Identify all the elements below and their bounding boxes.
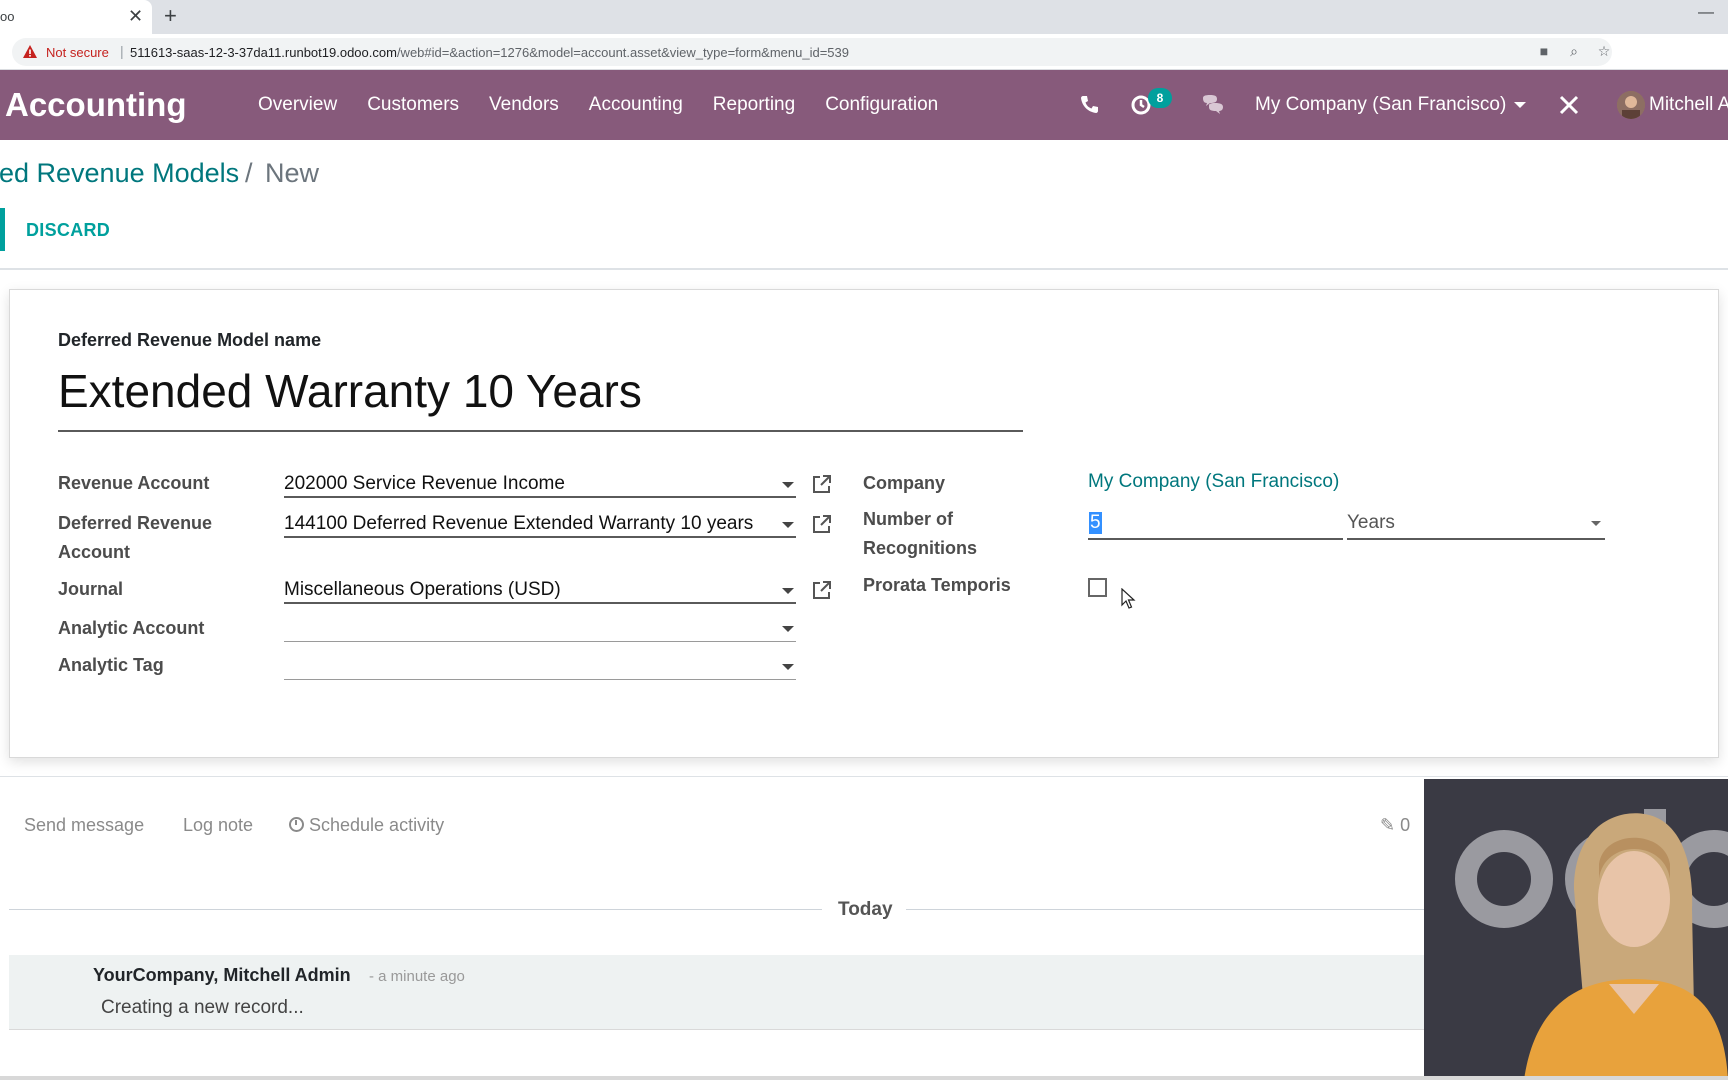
revenue-account-field[interactable]: 202000 Service Revenue Income [284, 470, 796, 498]
omnibox-icons: ■ ⌕ ☆ [1536, 43, 1612, 59]
breadcrumb-parent[interactable]: red Revenue Models [0, 158, 239, 189]
address-bar: Not secure | 511613-saas-12-3-37da11.run… [0, 34, 1728, 70]
message-author[interactable]: YourCompany, Mitchell Admin [93, 965, 351, 986]
tab-close-icon[interactable]: ✕ [128, 6, 143, 26]
dropdown-caret-icon[interactable] [782, 482, 794, 488]
deferred-account-value: 144100 Deferred Revenue Extended Warrant… [284, 513, 754, 534]
message-date: - a minute ago [369, 968, 465, 985]
breadcrumb-separator: / [245, 158, 253, 188]
new-tab-icon[interactable]: + [164, 4, 177, 28]
analytic-account-label: Analytic Account [58, 618, 205, 638]
company-label: Company [863, 473, 946, 493]
main-navbar: Accounting Overview Customers Vendors Ac… [0, 70, 1728, 140]
avatar-image [1617, 91, 1645, 119]
menu-item-configuration[interactable]: Configuration [825, 94, 938, 116]
top-menu: Overview Customers Vendors Accounting Re… [258, 94, 938, 116]
warning-icon [23, 45, 37, 58]
journal-value: Miscellaneous Operations (USD) [284, 579, 561, 600]
company-switcher[interactable]: My Company (San Francisco) [1255, 94, 1527, 116]
activity-count-badge: 8 [1148, 88, 1172, 108]
revenue-account-label: Revenue Account [58, 473, 210, 493]
deferred-account-label-line1: Deferred Revenue [58, 513, 213, 533]
analytic-account-field[interactable] [284, 614, 796, 642]
control-panel-divider [0, 268, 1728, 270]
external-link-icon[interactable] [811, 513, 833, 535]
phone-icon[interactable] [1076, 92, 1102, 118]
company-switcher-label: My Company (San Francisco) [1255, 94, 1507, 115]
send-message-button[interactable]: Send message [24, 815, 144, 836]
recognitions-value: 5 [1089, 512, 1102, 534]
url-text[interactable]: 511613-saas-12-3-37da11.runbot19.odoo.co… [130, 45, 849, 60]
period-select[interactable]: Years [1347, 508, 1605, 540]
not-secure-label: Not secure [46, 45, 109, 60]
avatar[interactable] [1617, 91, 1645, 119]
menu-item-overview[interactable]: Overview [258, 94, 337, 116]
attachments-button[interactable]: ✎ 0 [1380, 815, 1410, 836]
schedule-activity-button[interactable]: Schedule activity [289, 815, 444, 836]
discard-button[interactable]: DISCARD [26, 220, 110, 241]
clock-icon [289, 817, 304, 832]
external-link-icon[interactable] [811, 579, 833, 601]
webcam-overlay [1424, 779, 1728, 1080]
omnibox[interactable]: Not secure | 511613-saas-12-3-37da11.run… [12, 38, 1612, 66]
external-link-icon[interactable] [811, 473, 833, 495]
url-path: /web#id=&action=1276&model=account.asset… [396, 45, 849, 60]
dropdown-caret-icon[interactable] [782, 664, 794, 670]
deferred-account-field[interactable]: 144100 Deferred Revenue Extended Warrant… [284, 510, 796, 538]
period-value: Years [1347, 512, 1395, 533]
company-link[interactable]: My Company (San Francisco) [1088, 471, 1339, 493]
breadcrumb-current: New [265, 158, 320, 188]
model-name-label: Deferred Revenue Model name [58, 330, 322, 350]
taskbar-edge [0, 1076, 1728, 1080]
log-note-button[interactable]: Log note [183, 815, 253, 836]
deferred-account-label-line2: Account [58, 542, 130, 562]
url-host: 511613-saas-12-3-37da11.runbot19.odoo.co… [130, 45, 397, 60]
chevron-down-icon [1591, 521, 1601, 526]
browser-tabstrip: oo ✕ + — [0, 0, 1728, 34]
menu-item-reporting[interactable]: Reporting [713, 94, 795, 116]
url-separator: | [120, 43, 124, 59]
debug-tools-icon[interactable] [1557, 93, 1581, 117]
today-separator: Today [838, 899, 893, 920]
window-minimize-icon[interactable]: — [1698, 4, 1714, 22]
analytic-tag-label: Analytic Tag [58, 655, 164, 675]
recognitions-label-line2: Recognitions [863, 538, 978, 558]
chevron-down-icon [1514, 101, 1527, 108]
recognitions-label-line1: Number of [863, 509, 953, 529]
presenter-video-image [1424, 779, 1728, 1080]
revenue-account-value: 202000 Service Revenue Income [284, 473, 565, 494]
dropdown-caret-icon[interactable] [782, 588, 794, 594]
menu-item-accounting[interactable]: Accounting [589, 94, 683, 116]
camera-icon[interactable]: ■ [1536, 43, 1552, 59]
number-of-recognitions-input[interactable]: 5 [1088, 508, 1343, 540]
paperclip-icon: ✎ [1380, 815, 1396, 835]
mouse-cursor-icon [1121, 588, 1136, 609]
chatter-divider [0, 776, 1728, 777]
schedule-activity-label: Schedule activity [309, 815, 445, 835]
zoom-icon[interactable]: ⌕ [1566, 43, 1582, 59]
chat-icon[interactable] [1200, 92, 1226, 118]
today-divider-left [9, 909, 822, 910]
dropdown-caret-icon[interactable] [782, 522, 794, 528]
user-menu[interactable]: Mitchell A [1649, 94, 1728, 116]
browser-tab[interactable]: oo ✕ [0, 0, 152, 34]
journal-field[interactable]: Miscellaneous Operations (USD) [284, 576, 796, 604]
journal-label: Journal [58, 579, 124, 599]
tab-title: oo [0, 9, 15, 24]
save-button[interactable] [0, 208, 5, 251]
today-divider-right [906, 909, 1426, 910]
menu-item-vendors[interactable]: Vendors [489, 94, 559, 116]
star-icon[interactable]: ☆ [1596, 43, 1612, 59]
analytic-tag-field[interactable] [284, 652, 796, 680]
dropdown-caret-icon[interactable] [782, 626, 794, 632]
attachment-count: 0 [1400, 815, 1411, 835]
menu-item-customers[interactable]: Customers [367, 94, 459, 116]
prorata-label: Prorata Temporis [863, 575, 1011, 595]
message-body: Creating a new record... [101, 997, 304, 1018]
app-name[interactable]: Accounting [5, 86, 186, 124]
prorata-checkbox[interactable] [1088, 578, 1107, 597]
model-name-input[interactable]: Extended Warranty 10 Years [58, 360, 1023, 432]
